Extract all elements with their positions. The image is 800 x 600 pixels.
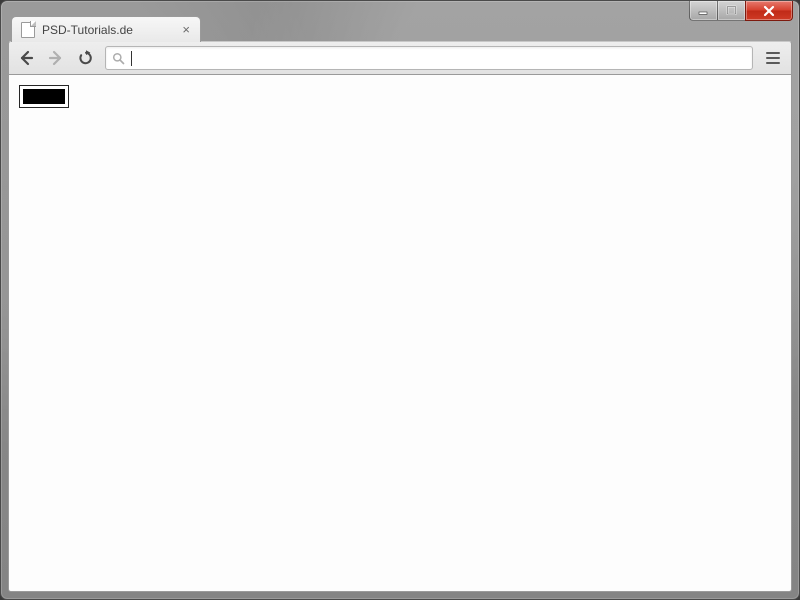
maximize-button[interactable] [717, 1, 746, 21]
page-icon [21, 22, 35, 38]
hamburger-icon [766, 52, 780, 54]
browser-tab[interactable]: PSD-Tutorials.de × [11, 16, 201, 42]
tab-title: PSD-Tutorials.de [42, 23, 173, 37]
window-frame: PSD-Tutorials.de × [0, 0, 800, 600]
close-button[interactable] [745, 1, 793, 21]
page-body [9, 75, 791, 123]
filled-rectangle [23, 89, 65, 104]
reload-icon [77, 49, 95, 67]
close-icon [762, 5, 776, 17]
tab-close-button[interactable]: × [180, 22, 192, 37]
browser-toolbar [8, 41, 792, 75]
page-viewport [8, 75, 792, 592]
minimize-icon [698, 5, 709, 16]
canvas-element [19, 85, 69, 108]
search-icon [112, 52, 125, 65]
maximize-icon [726, 5, 737, 16]
back-button[interactable] [15, 47, 37, 69]
arrow-left-icon [17, 49, 35, 67]
menu-button[interactable] [761, 47, 785, 69]
forward-button[interactable] [45, 47, 67, 69]
reload-button[interactable] [75, 47, 97, 69]
tab-strip: PSD-Tutorials.de × [11, 16, 789, 42]
address-bar[interactable] [105, 46, 753, 70]
caption-buttons [690, 1, 793, 21]
url-input[interactable] [137, 47, 746, 69]
text-cursor [131, 51, 132, 66]
arrow-right-icon [47, 49, 65, 67]
minimize-button[interactable] [689, 1, 718, 21]
